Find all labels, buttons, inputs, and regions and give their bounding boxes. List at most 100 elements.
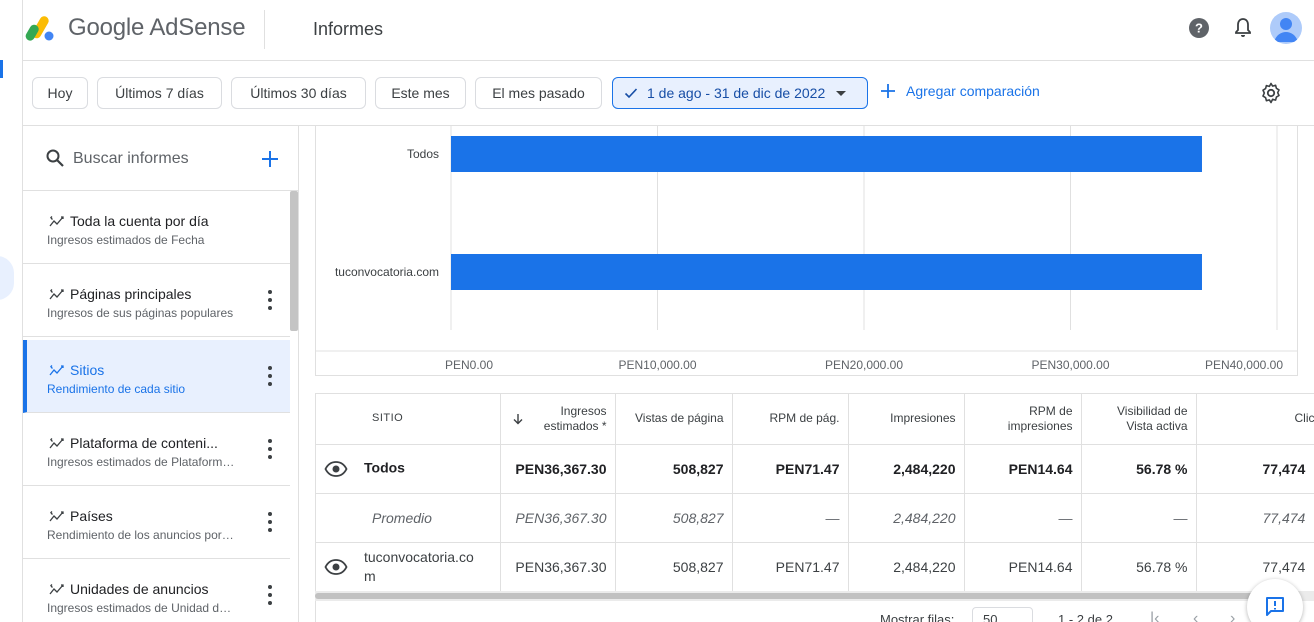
x-tick-label: PEN20,000.00 xyxy=(825,358,903,372)
revenue-cell: PEN36,367.30 xyxy=(500,542,616,592)
chip-last-month[interactable]: El mes pasado xyxy=(475,77,602,109)
clicks-cell: 77,474 xyxy=(1196,493,1314,543)
add-comparison-label: Agregar comparación xyxy=(906,83,1040,99)
col-header-clicks[interactable]: Clics xyxy=(1196,394,1314,445)
date-range-label: 1 de ago - 31 de dic de 2022 xyxy=(647,85,826,101)
col-header-active-view[interactable]: Visibilidad de Vista activa xyxy=(1081,394,1197,445)
app-root: Google AdSense Informes ? Hoy Últimos 7 … xyxy=(0,0,1314,622)
x-tick-label: PEN30,000.00 xyxy=(1031,358,1109,372)
add-comparison-button[interactable]: Agregar comparación xyxy=(880,83,1040,99)
col-header-revenue[interactable]: Ingresos estimados * xyxy=(500,394,616,445)
report-title: Países xyxy=(70,508,113,524)
avatar[interactable] xyxy=(1270,12,1302,44)
rail-selected-bg[interactable] xyxy=(0,256,14,300)
table-row-total: Todos PEN36,367.30 508,827 PEN71.47 2,48… xyxy=(316,444,1314,494)
y-category-label: Todos xyxy=(407,147,439,161)
impressions-cell: 2,484,220 xyxy=(848,493,965,543)
svg-text:?: ? xyxy=(1195,21,1203,36)
add-report-icon[interactable] xyxy=(260,149,280,169)
report-item-sites[interactable]: Sitios Rendimiento de cada sitio xyxy=(23,340,290,413)
x-tick-label: PEN10,000.00 xyxy=(618,358,696,372)
table-row-average: Promedio PEN36,367.30 508,827 — 2,484,22… xyxy=(316,493,1314,543)
report-subtitle: Ingresos de sus páginas populares xyxy=(47,306,234,320)
prev-page-icon[interactable]: ‹ xyxy=(1193,610,1213,622)
impressions-cell: 2,484,220 xyxy=(848,444,965,494)
report-item-content-platform[interactable]: Plataforma de conteni... Ingresos estima… xyxy=(23,413,290,486)
report-title: Plataforma de conteni... xyxy=(70,435,218,451)
more-vert-icon[interactable] xyxy=(261,585,279,605)
eye-icon[interactable] xyxy=(324,457,348,481)
left-nav-rail xyxy=(0,0,23,622)
more-vert-icon[interactable] xyxy=(261,290,279,310)
report-item-account-by-day[interactable]: Toda la cuenta por día Ingresos estimado… xyxy=(23,191,290,264)
report-subtitle: Ingresos estimados de Unidad de anuncios xyxy=(47,601,237,615)
sparkline-icon xyxy=(49,216,64,227)
page-rpm-cell: — xyxy=(732,493,849,543)
date-range-selector[interactable]: 1 de ago - 31 de dic de 2022 xyxy=(612,77,868,109)
chip-hoy[interactable]: Hoy xyxy=(32,77,88,109)
bar xyxy=(451,254,1202,290)
impression-rpm-cell: PEN14.64 xyxy=(964,444,1082,494)
gear-icon[interactable] xyxy=(1259,81,1283,105)
col-header-pageviews[interactable]: Vistas de página xyxy=(615,394,733,445)
search-reports-row[interactable]: Buscar informes xyxy=(23,126,298,191)
report-title: Unidades de anuncios xyxy=(70,581,209,597)
rows-per-page-select[interactable]: 50 xyxy=(972,607,1033,622)
col-header-site[interactable]: SITIO xyxy=(316,394,501,445)
eye-icon[interactable] xyxy=(324,555,348,579)
page-rpm-cell: PEN71.47 xyxy=(732,542,849,592)
active-view-cell: 56.78 % xyxy=(1081,444,1197,494)
report-subtitle: Ingresos estimados de Plataforma de cont… xyxy=(47,455,237,469)
chip-this-month[interactable]: Este mes xyxy=(375,77,466,109)
chevron-down-icon xyxy=(836,91,847,96)
more-vert-icon[interactable] xyxy=(261,439,279,459)
more-vert-icon[interactable] xyxy=(261,512,279,532)
site-cell: Promedio xyxy=(316,493,501,543)
scrollbar-thumb[interactable] xyxy=(315,593,1295,599)
active-view-cell: — xyxy=(1081,493,1197,543)
search-input[interactable]: Buscar informes xyxy=(73,150,189,168)
report-item-top-pages[interactable]: Páginas principales Ingresos de sus pági… xyxy=(23,264,290,337)
report-item-ad-units[interactable]: Unidades de anuncios Ingresos estimados … xyxy=(23,559,290,622)
table-row: tuconvocatoria.com PEN36,367.30 508,827 … xyxy=(316,542,1314,592)
rows-label: Mostrar filas: xyxy=(880,612,955,622)
x-tick-label: PEN40,000.00 xyxy=(1205,358,1283,372)
plus-icon xyxy=(881,84,895,98)
rail-indicator xyxy=(0,60,3,78)
report-title: Páginas principales xyxy=(70,286,192,302)
date-toolbar: Hoy Últimos 7 días Últimos 30 días Este … xyxy=(23,61,1314,126)
sparkline-icon xyxy=(49,584,64,595)
avatar-icon xyxy=(1274,18,1298,42)
chip-last-30-days[interactable]: Últimos 30 días xyxy=(231,77,366,109)
col-header-page-rpm[interactable]: RPM de pág. xyxy=(732,394,849,445)
bar-chart: PEN0.00 PEN10,000.00 PEN20,000.00 PEN30,000… xyxy=(315,126,1298,372)
col-header-impression-rpm[interactable]: RPM de impresiones xyxy=(964,394,1082,445)
help-icon[interactable]: ? xyxy=(1187,16,1211,40)
clicks-cell: 77,474 xyxy=(1196,444,1314,494)
more-vert-icon[interactable] xyxy=(261,366,279,386)
table-header-row: SITIO Ingresos estimados * Vistas de pág… xyxy=(316,394,1314,445)
pager-range: 1 - 2 de 2 xyxy=(1058,612,1113,622)
sidebar-scrollbar[interactable] xyxy=(290,191,298,331)
x-tick-label: PEN0.00 xyxy=(445,358,493,372)
feedback-icon xyxy=(1266,597,1284,616)
sparkline-icon xyxy=(49,365,64,376)
first-page-icon[interactable]: |‹ xyxy=(1150,610,1170,622)
table-horizontal-scrollbar[interactable] xyxy=(315,591,1314,601)
report-subtitle: Rendimiento de cada sitio xyxy=(47,382,186,396)
sparkline-icon xyxy=(49,511,64,522)
bell-icon[interactable] xyxy=(1231,16,1255,40)
revenue-cell: PEN36,367.30 xyxy=(500,444,616,494)
report-item-countries[interactable]: Países Rendimiento de los anuncios por p… xyxy=(23,486,290,559)
report-subtitle: Rendimiento de los anuncios por país xyxy=(47,528,237,542)
bar xyxy=(451,136,1202,172)
site-link[interactable]: tuconvocatoria.com xyxy=(364,548,482,586)
site-cell: tuconvocatoria.com xyxy=(316,542,501,592)
reports-sidebar: Buscar informes Toda la cuenta por día I… xyxy=(23,126,299,622)
page-title: Informes xyxy=(313,19,384,39)
sort-arrow-down-icon xyxy=(513,413,522,425)
chip-last-7-days[interactable]: Últimos 7 días xyxy=(97,77,222,109)
brand-name[interactable]: Google AdSense xyxy=(68,14,246,42)
site-cell: Todos xyxy=(316,444,501,494)
col-header-impressions[interactable]: Impresiones xyxy=(848,394,965,445)
